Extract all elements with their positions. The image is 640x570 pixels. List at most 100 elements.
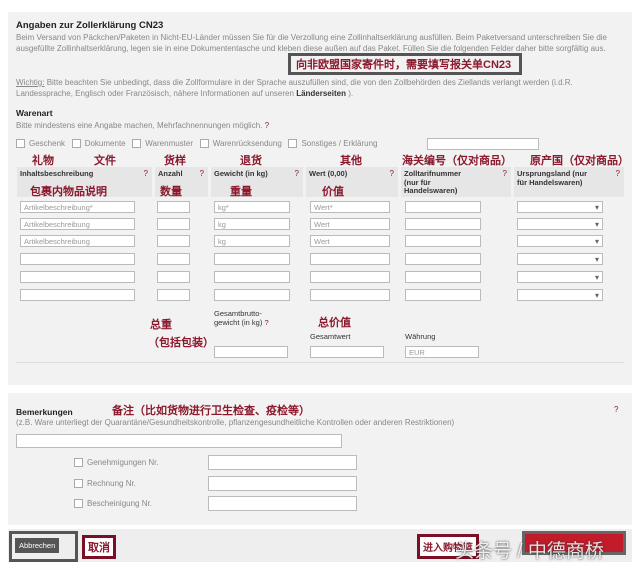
annotation-cn23: 向非欧盟国家寄件时，需要填写报关单CN23 [296,59,512,71]
row-4-qty-input[interactable] [157,253,190,265]
annotation-total-weight: 总重 [150,319,172,331]
row-2-qty-input[interactable] [157,218,190,230]
annotation-packaging: （包括包装） [148,337,214,349]
help-icon[interactable]: ? [614,405,618,414]
remarks-title: Bemerkungen [16,407,73,417]
option-dokumente[interactable]: Dokumente [71,139,126,149]
annotation-qty: 数量 [160,186,182,198]
page-title: Angaben zur Zollerklärung CN23 [16,20,164,31]
row-3-desc-input[interactable]: Artikelbeschreibung [20,235,135,247]
row-5-tariff-input[interactable] [405,271,481,283]
help-icon[interactable]: ? [616,169,620,179]
annotation-origin: 原产国（仅对商品） [530,155,629,167]
doc-rechnung[interactable]: Rechnung Nr. [74,478,136,489]
row-6-origin-input[interactable] [517,289,603,302]
row-5-desc-input[interactable] [20,271,135,283]
doc-genehmigung[interactable]: Genehmigungen Nr. [74,457,159,468]
annotation-weight: 重量 [230,186,252,198]
annotation-desc: 包裹内物品说明 [30,186,107,198]
total-weight-input[interactable] [214,346,288,358]
annotation-sample: 货样 [164,155,186,167]
row-6-value-input[interactable] [310,289,390,301]
row-5-value-input[interactable] [310,271,390,283]
annotation-return: 退货 [240,155,262,167]
col-tariff: Zolltarifnummer (nur für Handelswaren)? [401,167,511,197]
remarks-input[interactable] [16,434,342,448]
row-4-origin-input[interactable] [517,253,603,266]
warenart-title: Warenart [16,108,53,118]
row-6-weight-input[interactable] [214,289,290,301]
divider [16,362,624,363]
hint-text: Bitte mindestens eine Angabe machen, Meh… [16,121,263,130]
option-warenruecksendung[interactable]: Warenrücksendung [199,139,282,149]
cancel-button[interactable]: Abbrechen [15,538,60,553]
wichtig-label: Wichtig: [16,78,45,87]
laenderseiten-link[interactable]: Länderseiten [296,89,346,98]
row-1-desc-input[interactable]: Artikelbeschreibung* [20,201,135,213]
row-3-weight-input[interactable]: kg [214,235,290,247]
row-6-qty-input[interactable] [157,289,190,301]
row-5-weight-input[interactable] [214,271,290,283]
annotation-docs: 文件 [94,155,116,167]
row-4-value-input[interactable] [310,253,390,265]
row-2-weight-input[interactable]: kg [214,218,290,230]
wichtig-end: ). [348,89,354,98]
warenart-options: Geschenk Dokumente Warenmuster Warenrück… [16,138,377,149]
annotation-gift: 礼物 [32,155,54,167]
wichtig-text: Wichtig: Bitte beachten Sie unbedingt, d… [16,77,616,99]
currency-input[interactable]: EUR [405,346,479,358]
row-3-tariff-input[interactable] [405,235,481,247]
help-icon[interactable]: ? [390,169,394,179]
bescheinigung-input[interactable] [208,496,357,511]
doc-bescheinigung[interactable]: Bescheinigung Nr. [74,498,152,509]
row-1-weight-input[interactable]: kg* [214,201,290,213]
row-5-origin-input[interactable] [517,271,603,284]
row-2-value-input[interactable]: Wert [310,218,390,230]
wichtig-body: Bitte beachten Sie unbedingt, dass die Z… [16,78,573,98]
currency-label: Währung [405,332,436,341]
sonstiges-input[interactable] [427,138,539,150]
total-weight-label: Gesamtbrutto-gewicht (in kg) ? [214,309,269,327]
col-value: Wert (0,00)? [306,167,398,197]
row-2-origin-input[interactable] [517,218,603,231]
help-icon[interactable]: ? [265,121,269,130]
row-1-qty-input[interactable] [157,201,190,213]
watermark: 头条号 / 中德商桥 [455,541,604,562]
annotation-tariff: 海关编号（仅对商品） [402,155,512,167]
row-3-qty-input[interactable] [157,235,190,247]
remarks-hint: (z.B. Ware unterliegt der Quarantäne/Ges… [16,418,455,427]
option-geschenk[interactable]: Geschenk [16,139,65,149]
row-4-weight-input[interactable] [214,253,290,265]
help-icon[interactable]: ? [503,169,507,179]
annotation-cancel: 取消 [82,535,116,559]
col-origin: Ursprungsland (nur für Handelswaren)? [514,167,624,197]
intro-text: Beim Versand von Päckchen/Paketen in Nic… [16,33,607,53]
annotation-total-value: 总价值 [318,317,351,329]
row-3-value-input[interactable]: Wert [310,235,390,247]
option-warenmuster[interactable]: Warenmuster [132,139,193,149]
help-icon[interactable]: ? [295,169,299,179]
row-6-desc-input[interactable] [20,289,135,301]
help-icon[interactable]: ? [144,169,148,179]
row-5-qty-input[interactable] [157,271,190,283]
row-4-desc-input[interactable] [20,253,135,265]
row-3-origin-input[interactable] [517,235,603,248]
annotation-value: 价值 [322,186,344,198]
row-4-tariff-input[interactable] [405,253,481,265]
annotation-remarks: 备注（比如货物进行卫生检查、疫检等） [112,405,310,417]
help-icon[interactable]: ? [200,169,204,179]
annotation-other: 其他 [340,155,362,167]
row-6-tariff-input[interactable] [405,289,481,301]
option-sonstiges[interactable]: Sonstiges / Erklärung [288,139,377,149]
row-1-origin-input[interactable] [517,201,603,214]
total-value-input[interactable] [310,346,384,358]
row-2-desc-input[interactable]: Artikelbeschreibung [20,218,135,230]
rechnung-input[interactable] [208,476,357,491]
col-weight: Gewicht (in kg)? [211,167,303,197]
genehmigung-input[interactable] [208,455,357,470]
row-1-value-input[interactable]: Wert* [310,201,390,213]
total-value-label: Gesamtwert [310,332,351,341]
row-2-tariff-input[interactable] [405,218,481,230]
warenart-hint: Bitte mindestens eine Angabe machen, Meh… [16,120,269,131]
row-1-tariff-input[interactable] [405,201,481,213]
